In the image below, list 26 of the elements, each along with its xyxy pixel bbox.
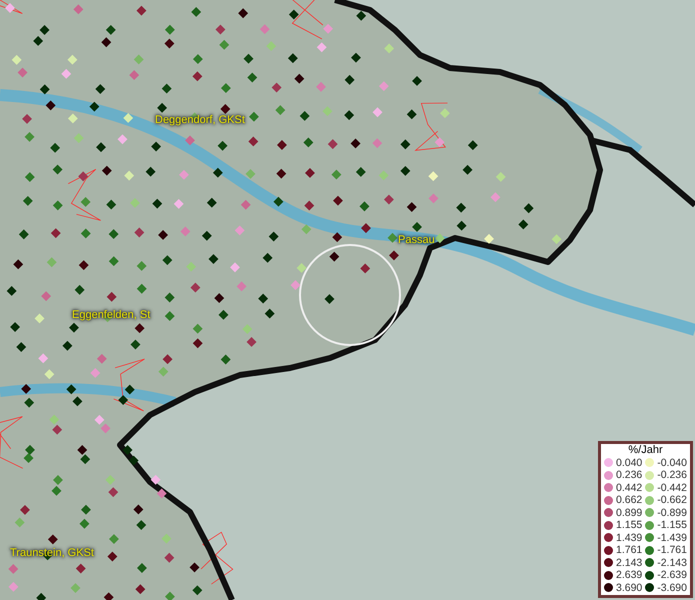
legend-value: 1.439 — [616, 532, 644, 544]
legend-value: -2.639 — [657, 569, 687, 582]
legend-value: -0.899 — [657, 506, 687, 519]
legend-value: -1.761 — [657, 544, 687, 556]
legend-value: 3.690 — [616, 582, 644, 594]
legend-value: -1.155 — [657, 519, 687, 532]
place-label: Passau — [398, 235, 435, 246]
legend-value: -3.690 — [657, 582, 687, 594]
legend-value: 0.442 — [616, 482, 644, 494]
legend-value: -0.442 — [657, 482, 687, 494]
legend-value: 0.899 — [616, 506, 644, 519]
legend-value: 2.143 — [616, 556, 644, 569]
legend-value: -2.143 — [657, 556, 687, 569]
legend-value: 2.639 — [616, 569, 644, 582]
legend-value: 0.662 — [616, 494, 644, 506]
legend-value: -0.236 — [657, 469, 687, 482]
place-label: Eggenfelden, St — [72, 310, 150, 321]
legend-value: 1.155 — [616, 519, 644, 532]
legend-value: -0.662 — [657, 494, 687, 506]
legend-value: -1.439 — [657, 532, 687, 544]
legend-value: 0.040 — [616, 456, 644, 469]
legend-title: %/Jahr — [627, 444, 664, 456]
place-label: Deggendorf, GKSt — [155, 115, 245, 126]
legend-value: 0.236 — [616, 469, 644, 482]
legend-value: 1.761 — [616, 544, 644, 556]
legend-value: -0.040 — [657, 456, 687, 469]
